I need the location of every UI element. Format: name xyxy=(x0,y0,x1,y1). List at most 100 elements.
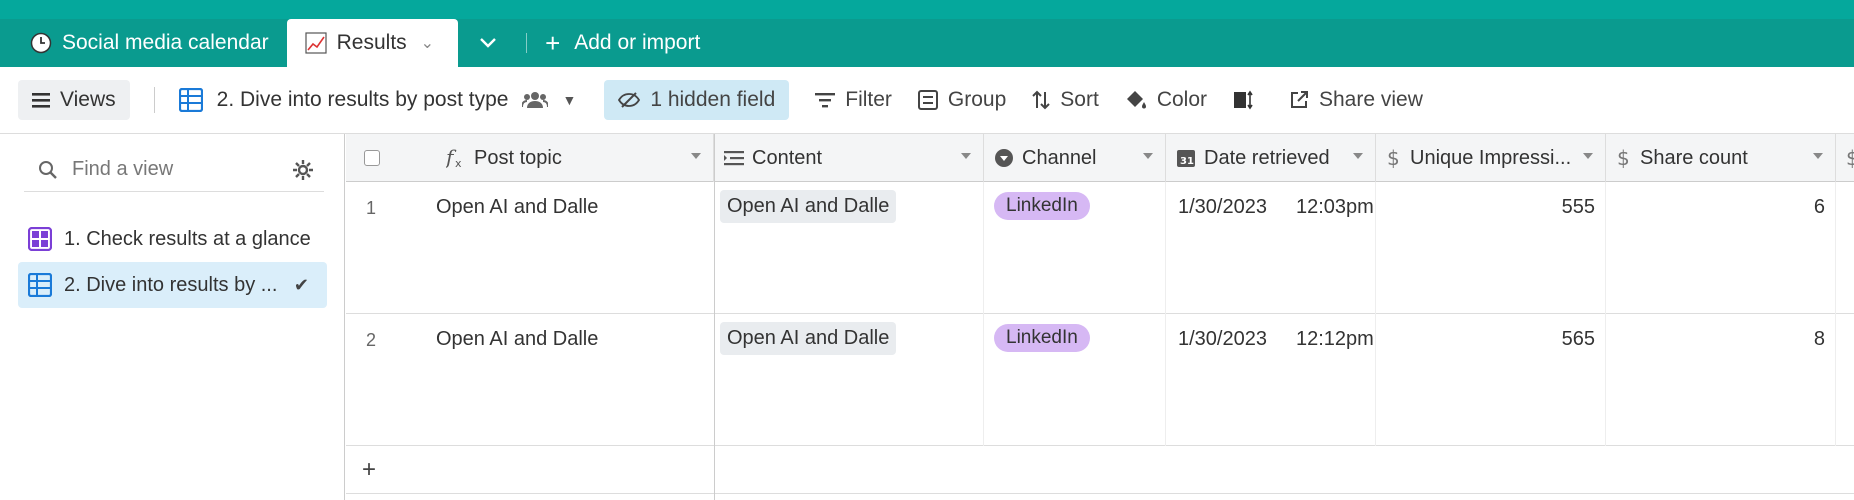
formula-icon: fx xyxy=(446,147,466,169)
tab-results[interactable]: Results ⌄ xyxy=(286,19,459,67)
hamburger-icon xyxy=(32,93,50,108)
row-height-button[interactable] xyxy=(1233,90,1263,110)
post-topic-value: Open AI and Dalle xyxy=(436,196,599,218)
share-view-label: Share view xyxy=(1319,88,1423,111)
cell-unique-impressions[interactable]: 555 xyxy=(1376,182,1606,314)
cell-unique-impressions[interactable]: 565 xyxy=(1376,314,1606,446)
time-value: 12:03pm xyxy=(1296,196,1374,218)
clock-icon xyxy=(30,32,52,54)
plus-icon: + xyxy=(362,456,377,483)
svg-text:31: 31 xyxy=(1180,156,1194,167)
column-header-share-count[interactable]: $ Share count xyxy=(1606,134,1836,182)
caret-down-icon[interactable] xyxy=(691,153,701,159)
column-label: Unique Impressi... xyxy=(1410,146,1572,169)
cell-date-retrieved[interactable]: 1/30/2023 12:03pm xyxy=(1166,182,1376,314)
cell-post-topic[interactable]: Open AI and Dalle xyxy=(436,314,714,446)
svg-text:x: x xyxy=(455,157,462,169)
grid-icon xyxy=(28,273,52,297)
gallery-icon xyxy=(28,227,52,251)
data-grid: fx Post topic Content Channel 31 Date re… xyxy=(346,134,1854,500)
column-header-post-topic[interactable]: fx Post topic xyxy=(436,134,714,182)
table-row[interactable]: 2 Open AI and Dalle Open AI and Dalle Li… xyxy=(346,314,1854,446)
people-icon xyxy=(522,92,549,108)
channel-pill: LinkedIn xyxy=(994,324,1090,352)
chart-icon xyxy=(305,32,327,54)
find-view-search[interactable]: Find a view xyxy=(24,148,324,192)
top-strip xyxy=(0,0,1854,19)
view-item-check-results[interactable]: 1. Check results at a glance xyxy=(18,216,327,262)
search-input[interactable]: Find a view xyxy=(72,158,173,181)
single-select-icon xyxy=(994,148,1014,168)
svg-text:$: $ xyxy=(1846,147,1854,169)
filter-button[interactable]: Filter xyxy=(815,88,892,112)
add-or-import-button[interactable]: + Add or import xyxy=(535,19,700,67)
date-value: 1/30/2023 xyxy=(1178,328,1267,350)
row-number: 1 xyxy=(366,198,377,218)
group-label: Group xyxy=(947,88,1007,111)
add-record-row[interactable]: + xyxy=(346,446,1854,494)
add-or-import-label: Add or import xyxy=(574,31,701,54)
share-icon xyxy=(1291,91,1308,108)
divider xyxy=(153,87,155,113)
impressions-value: 565 xyxy=(1561,328,1595,350)
select-all-checkbox[interactable] xyxy=(364,150,380,166)
tab-label: Results xyxy=(336,31,407,54)
row-height-icon xyxy=(1234,90,1253,110)
view-toolbar: Views 2. Dive into results by post type … xyxy=(0,67,1854,134)
color-label: Color xyxy=(1156,88,1207,111)
calendar-icon: 31 xyxy=(1176,148,1196,168)
filter-icon xyxy=(815,93,836,108)
cell-date-retrieved[interactable]: 1/30/2023 12:12pm xyxy=(1166,314,1376,446)
gear-icon[interactable] xyxy=(292,159,314,181)
color-button[interactable]: Color xyxy=(1125,88,1207,112)
cell-content[interactable]: Open AI and Dalle xyxy=(714,314,984,446)
column-header-content[interactable]: Content xyxy=(714,134,984,182)
search-icon xyxy=(39,160,57,179)
caret-down-icon[interactable] xyxy=(961,153,971,159)
share-view-button[interactable]: Share view xyxy=(1289,88,1423,112)
chevron-down-icon[interactable]: ⌄ xyxy=(421,33,434,53)
column-header-unique-impressions[interactable]: $ Unique Impressi... xyxy=(1376,134,1606,182)
cell-channel[interactable]: LinkedIn xyxy=(984,314,1166,446)
view-item-label: 1. Check results at a glance xyxy=(64,227,311,250)
views-button[interactable]: Views xyxy=(18,80,130,120)
caret-down-icon[interactable] xyxy=(1353,153,1363,159)
impressions-value: 555 xyxy=(1561,196,1595,218)
views-sidebar: Find a view 1. Check results at a glance… xyxy=(0,134,345,500)
column-label: Post topic xyxy=(474,146,562,169)
svg-text:$: $ xyxy=(1617,147,1630,169)
share-count-value: 6 xyxy=(1813,196,1825,218)
column-label: Date retrieved xyxy=(1204,146,1330,169)
cell-channel[interactable]: LinkedIn xyxy=(984,182,1166,314)
column-header-channel[interactable]: Channel xyxy=(984,134,1166,182)
currency-icon: $ xyxy=(1386,147,1402,169)
hidden-fields-label: 1 hidden field xyxy=(650,88,776,111)
content-value: Open AI and Dalle xyxy=(720,322,897,355)
row-number-cell: 1 xyxy=(346,182,436,314)
channel-pill: LinkedIn xyxy=(994,192,1090,220)
cell-content[interactable]: Open AI and Dalle xyxy=(714,182,984,314)
filter-label: Filter xyxy=(845,88,892,111)
time-value: 12:12pm xyxy=(1296,328,1374,350)
caret-down-icon[interactable] xyxy=(1143,153,1153,159)
more-tables-button[interactable] xyxy=(458,19,518,67)
cell-share-count[interactable]: 6 xyxy=(1606,182,1836,314)
group-button[interactable]: Group xyxy=(917,88,1007,112)
table-row[interactable]: 1 Open AI and Dalle Open AI and Dalle Li… xyxy=(346,182,1854,314)
hidden-fields-button[interactable]: 1 hidden field xyxy=(604,80,790,120)
plus-icon: + xyxy=(545,28,561,58)
view-name-label: 2. Dive into results by post type xyxy=(216,88,509,111)
divider xyxy=(526,33,528,53)
checkmark-icon: ✔ xyxy=(293,274,309,295)
view-name-button[interactable]: 2. Dive into results by post type ▼ xyxy=(178,88,577,112)
cell-share-count[interactable]: 8 xyxy=(1606,314,1836,446)
frozen-column-divider xyxy=(714,134,715,500)
column-header-date-retrieved[interactable]: 31 Date retrieved xyxy=(1166,134,1376,182)
tab-social-media-calendar[interactable]: Social media calendar xyxy=(0,19,287,67)
view-item-dive-into-results[interactable]: 2. Dive into results by ... ✔ xyxy=(18,262,327,308)
caret-down-icon[interactable] xyxy=(1813,153,1823,159)
caret-down-icon[interactable] xyxy=(1583,153,1593,159)
sort-button[interactable]: Sort xyxy=(1032,88,1099,112)
caret-down-icon: ▼ xyxy=(562,92,577,108)
cell-post-topic[interactable]: Open AI and Dalle xyxy=(436,182,714,314)
